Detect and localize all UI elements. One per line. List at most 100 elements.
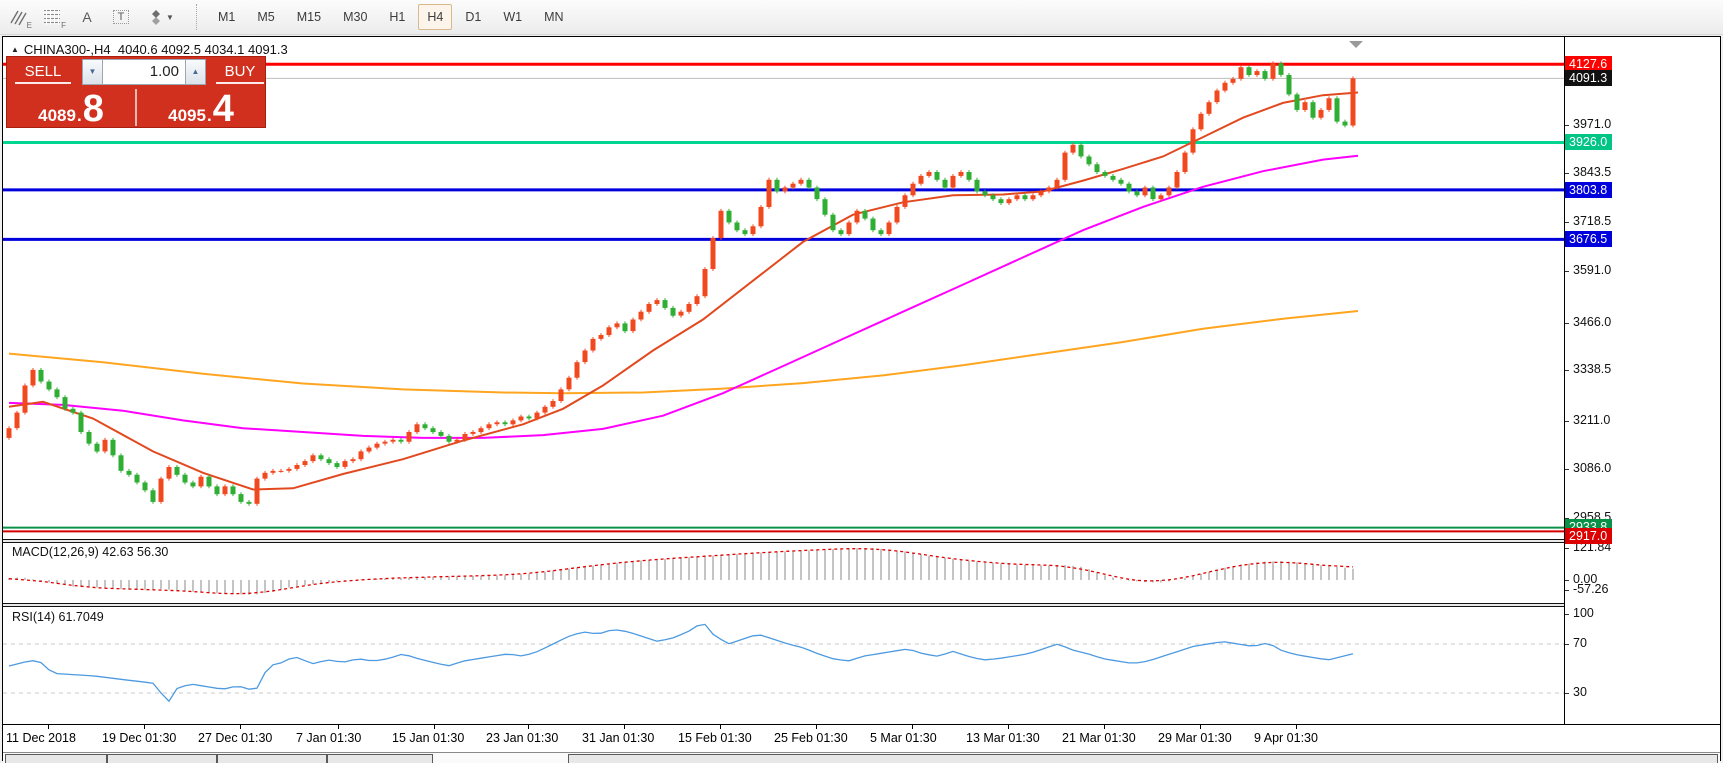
time-axis-tick (434, 725, 435, 729)
candle-body (110, 439, 116, 456)
ma_fast-line (8, 91, 1359, 491)
chevron-up-icon: ▲ (191, 67, 200, 76)
candle-body (694, 296, 700, 304)
volume-input[interactable] (103, 58, 185, 85)
arrange-windows-button[interactable]: ▼ (140, 3, 182, 31)
candle-body (950, 175, 956, 188)
fibonacci-grid-tool-button[interactable]: F (38, 3, 68, 31)
candle-body (462, 434, 468, 440)
candle-body (1182, 152, 1188, 172)
candle-body (14, 412, 20, 429)
candle-body (1134, 191, 1140, 196)
candle-body (886, 222, 892, 235)
timeframe-button-m1[interactable]: M1 (209, 4, 244, 30)
timeframe-button-m5[interactable]: M5 (248, 4, 283, 30)
candle-body (862, 210, 868, 219)
volume-increase-button[interactable]: ▲ (185, 58, 206, 85)
timeframe-button-mn[interactable]: MN (535, 4, 572, 30)
collapse-triangle-icon[interactable]: ▲ (11, 45, 19, 54)
candle-body (742, 230, 748, 235)
time-axis-tick (240, 725, 241, 729)
buy-price-pips: 4 (212, 88, 234, 130)
text-label-tool-button[interactable]: T (106, 3, 136, 31)
chart-tab[interactable] (107, 754, 217, 763)
candle-body (814, 187, 820, 200)
buy-price[interactable]: 4095. 4 (137, 87, 265, 128)
macd-pane[interactable] (3, 543, 1564, 603)
time-axis-label: 7 Jan 01:30 (296, 731, 362, 745)
time-axis-tick (1296, 725, 1297, 729)
candle-body (1030, 195, 1036, 200)
timeframe-button-w1[interactable]: W1 (494, 4, 531, 30)
candle-body (1286, 75, 1292, 95)
time-axis-label: 15 Feb 01:30 (678, 731, 752, 745)
candle-body (774, 179, 780, 192)
symbol-period-label: CHINA300-,H4 (23, 42, 111, 57)
candle-body (646, 304, 652, 312)
candle-body (406, 432, 412, 442)
price-axis-tick (1565, 548, 1569, 549)
timeframe-button-h4[interactable]: H4 (418, 4, 453, 30)
time-axis-tick (720, 725, 721, 729)
candle-body (558, 389, 564, 401)
candle-body (1094, 164, 1100, 173)
time-axis-label: 9 Apr 01:30 (1254, 731, 1318, 745)
time-axis-tick (1104, 725, 1105, 729)
chart-tabs-bar[interactable] (3, 752, 1720, 763)
chart-tab[interactable] (5, 754, 107, 763)
price-axis-tick (1565, 222, 1569, 223)
candle-body (1326, 98, 1332, 110)
text-tool-button[interactable]: A (72, 3, 102, 31)
ohlc-values: 4040.6 4092.5 4034.1 4091.3 (117, 42, 288, 57)
timeframe-button-d1[interactable]: D1 (456, 4, 490, 30)
candle-body (134, 474, 140, 483)
timeframe-button-h1[interactable]: H1 (380, 4, 414, 30)
price-axis-tick (1565, 614, 1569, 615)
chart-tab[interactable] (568, 754, 1718, 763)
chart-tab[interactable] (217, 754, 327, 763)
time-axis-tick (816, 725, 817, 729)
one-click-trading-panel: SELL ▼ ▲ BUY 4089.8 4095.4 (6, 56, 266, 128)
candle-body (1086, 156, 1092, 165)
sell-price[interactable]: 4089. 8 (7, 87, 135, 128)
sell-button[interactable]: SELL (15, 63, 71, 84)
candle-body (334, 463, 340, 467)
price-axis-tick (1565, 590, 1569, 591)
time-axis-label: 31 Jan 01:30 (582, 731, 655, 745)
sell-price-main: 4089 (38, 106, 76, 125)
candle-body (614, 323, 620, 328)
candle-body (542, 406, 548, 413)
time-axis-tick (528, 725, 529, 729)
buy-button[interactable]: BUY (216, 63, 264, 84)
time-axis-tick (624, 725, 625, 729)
text-label-icon: T (112, 10, 130, 24)
candle-body (278, 470, 284, 472)
candle-body (582, 350, 588, 363)
candle-body (238, 494, 244, 502)
candle-body (54, 389, 60, 398)
time-axis[interactable]: 11 Dec 2018 19 Dec 01:30 27 Dec 01:30 7 Jan… (3, 724, 1720, 753)
chart-symbol-header: ▲ CHINA300-,H4 4040.6 4092.5 4034.1 4091.… (11, 42, 288, 57)
price-axis[interactable]: 3971.0 3843.5 3718.5 3591.0 3466.0 3338.5 3211… (1564, 37, 1720, 724)
volume-decrease-button[interactable]: ▼ (82, 58, 103, 85)
chart-tab[interactable] (327, 754, 433, 763)
rsi-pane[interactable] (3, 607, 1564, 724)
timeframe-buttons: M1 M5 M15 M30 H1 H4 D1 W1 MN (207, 4, 575, 30)
candle-body (1254, 71, 1260, 75)
candle-body (486, 424, 492, 429)
timeframe-button-m30[interactable]: M30 (334, 4, 376, 30)
candle-body (758, 206, 764, 227)
candle-body (870, 218, 876, 231)
timeframe-button-m15[interactable]: M15 (288, 4, 330, 30)
candle-body (550, 401, 556, 407)
candle-body (342, 461, 348, 467)
candle-body (590, 338, 596, 351)
candle-body (1350, 78, 1356, 126)
candle-body (1166, 187, 1172, 196)
time-axis-label: 11 Dec 2018 (6, 731, 76, 745)
last-bar-marker-icon[interactable] (1349, 41, 1363, 48)
candle-body (1318, 109, 1324, 118)
candle-body (1054, 179, 1060, 188)
ellipse-draw-tool-button[interactable]: E (4, 3, 34, 31)
chevron-down-icon: ▼ (166, 12, 174, 22)
